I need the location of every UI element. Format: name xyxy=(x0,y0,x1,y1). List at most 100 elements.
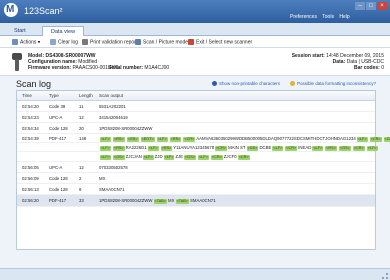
scan-text: AAMVA6360350299WDDB500005DLDAQ9077722SDC… xyxy=(196,136,356,141)
table-row[interactable]: 02:56:13 Code 128 9 SMAA0CN71 xyxy=(17,184,375,195)
cell-scan-output: <LF> <GS> ZJCJAN <LF> ZJD <LF> ZJE <GS> <LF> <CR>… xyxy=(99,154,251,160)
table-header: Time Type Length Scan output xyxy=(17,91,375,101)
control-char-token: <TAB> xyxy=(175,199,190,204)
format-inconsistency-link[interactable]: Possible data formatting inconsistency? xyxy=(290,81,376,87)
cell-scan-output: 5531A202201 xyxy=(99,104,126,110)
top-menu: Preferences Tools Help xyxy=(290,14,354,20)
scan-picture-mode-button[interactable]: Scan / Picture mode ▾ xyxy=(135,39,192,45)
control-char-token: <CR> xyxy=(285,146,298,151)
control-char-token: <RS> xyxy=(112,146,125,151)
scan-text: INEAD xyxy=(298,145,312,150)
cell-scan-output: MX xyxy=(99,176,105,182)
cell-type: PDF-417 xyxy=(49,136,67,141)
control-char-token: <LF> xyxy=(142,155,154,160)
cell-scan-output: <LF> <RS> <GS> <EOT> <LF> <RS> <CR> AAMVA636035… xyxy=(99,136,390,142)
print-report-button[interactable]: Print validation report xyxy=(82,39,137,45)
cell-scan-output: 1PDS8208-SR00004ZZWW <TAB> MX <TAB> SMAA0CN7… xyxy=(99,198,216,204)
scan-text: Y11ANUYA12345678 xyxy=(173,145,215,150)
control-char-token: <LF> xyxy=(147,146,159,151)
cell-type: PDF-417 xyxy=(49,198,67,203)
control-char-token: <LF> xyxy=(156,137,168,142)
scan-text: MX xyxy=(99,176,106,181)
session-info: Session start: 14:48 December 09, 2015 D… xyxy=(291,53,384,71)
control-char-token: <CR> xyxy=(183,137,196,142)
cell-scan-output: SMAA0CN71 xyxy=(99,187,125,193)
cell-type: UPC-A xyxy=(49,165,63,170)
table-row[interactable]: 02:54:23 UPC-A 12 341542004619 xyxy=(17,112,375,123)
cell-time: 02:56:09 xyxy=(22,176,39,181)
exit-select-scanner-button[interactable]: Exit / Select new scanner xyxy=(188,39,252,45)
tab-data-view[interactable]: Data view xyxy=(42,26,85,36)
warning-icon xyxy=(290,81,295,87)
table-row[interactable]: 02:54:20 Code 39 11 5531A202201 xyxy=(17,101,375,112)
cell-time: 02:54:34 xyxy=(22,126,39,131)
clear-log-button[interactable]: Clear log xyxy=(50,39,78,45)
control-char-token: <LF> xyxy=(366,146,378,151)
actions-menu-button[interactable]: Actions ▾ xyxy=(12,39,40,45)
close-button[interactable]: × xyxy=(377,2,387,10)
scan-text: 341542004619 xyxy=(99,115,128,120)
toolbar: Actions ▾ Clear log Print validation rep… xyxy=(0,36,390,48)
cell-time: 02:54:39 xyxy=(22,136,39,141)
motorola-logo-icon: M xyxy=(4,3,18,17)
control-char-token: <LF> xyxy=(163,155,175,160)
cell-length: 33 xyxy=(79,198,84,203)
gear-icon xyxy=(12,39,18,45)
cell-type: Code 39 xyxy=(49,104,66,109)
firmware-line: Firmware version: PAAACS00-001-R01 xyxy=(28,65,119,71)
cell-length: 11 xyxy=(79,104,84,109)
scan-text: MX xyxy=(168,198,175,203)
table-row[interactable]: <LF> <RS> RA2226D1 <LF> <RS> Y11ANUYA12345678… xyxy=(17,143,378,152)
control-char-token: <GS> xyxy=(338,146,351,151)
cell-scan-output: 341542004619 xyxy=(99,115,128,121)
control-char-token: <LF> xyxy=(100,155,111,160)
scan-text: 5531A202201 xyxy=(99,104,126,109)
control-char-token: <EOT> xyxy=(140,137,155,142)
cell-scan-output: 070330502578 xyxy=(99,165,128,171)
menu-help[interactable]: Help xyxy=(339,14,349,20)
scan-text: ZJCJAN xyxy=(125,154,142,159)
cell-time: 02:54:23 xyxy=(22,115,39,120)
control-char-token: <RS> xyxy=(160,146,173,151)
control-char-token: <RS> xyxy=(169,137,182,142)
table-row[interactable]: <LF> <GS> ZJCJAN <LF> ZJD <LF> ZJE <GS> <LF> <CR>… xyxy=(17,152,375,162)
cell-time: 02:56:13 xyxy=(22,187,39,192)
minimize-button[interactable]: – xyxy=(355,2,365,10)
scan-text: ZJCF0 xyxy=(223,154,237,159)
column-header-length[interactable]: Length xyxy=(79,93,93,99)
scan-text: SMAA0CN71 xyxy=(99,187,125,192)
control-char-token: <LF> xyxy=(312,146,324,151)
table-row[interactable]: 02:56:05 UPC-A 12 070330502578 xyxy=(17,162,375,173)
control-char-token: <CR> xyxy=(215,146,228,151)
scan-text: DCBE xyxy=(259,145,272,150)
control-char-token: <CR> xyxy=(237,155,250,160)
menu-preferences[interactable]: Preferences xyxy=(290,14,317,20)
show-nonprintable-link[interactable]: Show non-printable characters xyxy=(212,81,280,87)
scan-text: 070330502578 xyxy=(99,165,128,170)
control-char-token: <GS> xyxy=(246,146,259,151)
column-header-scan-output[interactable]: Scan output xyxy=(99,93,123,99)
cell-scan-output: <LF> <RS> RA2226D1 <LF> <RS> Y11ANUYA12345678… xyxy=(99,145,379,151)
column-header-time[interactable]: Time xyxy=(22,93,32,99)
scanner-image-icon xyxy=(12,53,22,71)
scan-text: 1PDS8208-SR00004ZZWW xyxy=(99,126,153,131)
scan-text: ZJE xyxy=(175,154,184,159)
control-char-token: <RS> xyxy=(112,137,125,142)
cell-length: 9 xyxy=(79,187,82,192)
control-char-token: <CR> xyxy=(352,146,365,151)
menu-tools[interactable]: Tools xyxy=(322,14,334,20)
scan-text: MAIN ST xyxy=(228,145,246,150)
table-row[interactable]: 02:54:39 PDF-417 148 <LF> <RS> <GS> <EOT> <LF> <… xyxy=(17,134,390,143)
column-header-type[interactable]: Type xyxy=(49,93,59,99)
table-row[interactable]: 02:56:20 PDF-417 33 1PDS8208-SR00004ZZWW <TA… xyxy=(17,195,375,207)
table-row[interactable]: 02:54:34 Code 128 20 1PDS8208-SR00004ZZWW xyxy=(17,123,375,134)
table-row[interactable]: 02:56:09 Code 128 2 MX xyxy=(17,173,375,184)
control-char-token: <GS> xyxy=(383,137,390,142)
control-char-token: <LF> xyxy=(356,137,368,142)
resize-grip-icon[interactable] xyxy=(382,273,388,279)
tab-start[interactable]: Start xyxy=(6,26,34,36)
cell-time: 02:56:05 xyxy=(22,165,39,170)
status-bar xyxy=(0,268,390,280)
maximize-button[interactable]: □ xyxy=(366,2,376,10)
control-char-token: <LF> xyxy=(100,146,111,151)
